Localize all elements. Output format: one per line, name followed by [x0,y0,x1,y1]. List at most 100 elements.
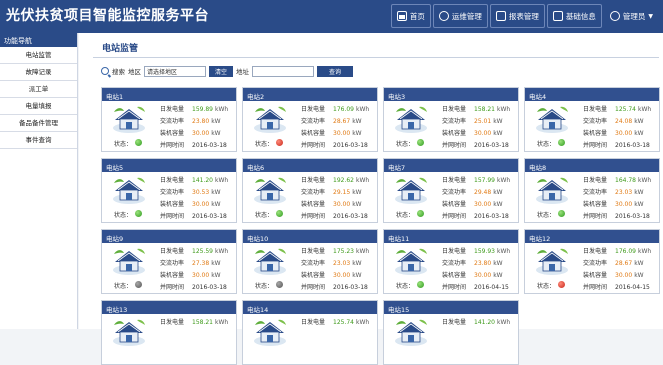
query-button[interactable]: 查询 [317,65,354,77]
solar-house-icon [254,319,286,346]
capacity-label: 装机容量 [583,130,608,137]
capacity-unit: kW [352,130,362,137]
capacity-value: 30.00 [333,201,351,208]
station-card[interactable]: 电站3 日发电量 158.21 kWh 交流功率 25.01 kW 装机容量 30.00 kW 并网… [383,87,519,152]
gear-icon [438,11,449,21]
capacity-row: 装机容量 30.00 kW [301,128,362,137]
sidebar-item-energy-reporting[interactable]: 电量填报 [0,98,77,115]
grid-time-row: 并网时间 2016-03-18 [160,211,227,220]
search-icon [101,67,109,75]
daily-energy-label: 日发电量 [301,177,326,184]
ac-power-unit: kW [211,260,221,267]
daily-energy-value: 158.21 [192,319,213,326]
daily-energy-label: 日发电量 [583,177,608,184]
daily-energy-unit: kWh [497,248,511,255]
daily-energy-row: 日发电量 141.20 kWh [160,175,228,184]
status-indicator-icon [276,139,283,146]
clear-button[interactable]: 清空 [209,65,234,77]
ac-power-row: 交流功率 23.80 kW [442,258,503,267]
ac-power-unit: kW [211,189,221,196]
ac-power-value: 23.80 [474,260,492,267]
user-menu-button[interactable]: 管理员 ▼ [603,4,659,28]
station-card[interactable]: 电站8 日发电量 164.78 kWh 交流功率 23.03 kW 装机容量 30.00 kW 并网… [524,158,660,223]
user-menu-label: 管理员 [622,11,646,21]
ac-power-unit: kW [211,118,221,125]
status-indicator-icon [558,210,565,217]
station-card[interactable]: 电站10 日发电量 175.23 kWh 交流功率 23.03 kW 装机容量 30.00 kW 并… [242,229,378,294]
region-select[interactable]: 请选择地区 [144,65,206,77]
grid-time-label: 并网时间 [301,213,326,220]
station-card[interactable]: 电站9 日发电量 125.59 kWh 交流功率 27.38 kW 装机容量 30.00 kW 并网… [101,229,237,294]
capacity-unit: kW [211,272,221,279]
nav-reports-button[interactable]: 报表管理 [489,4,545,28]
ac-power-label: 交流功率 [583,118,608,125]
station-card[interactable]: 电站7 日发电量 157.99 kWh 交流功率 29.48 kW 装机容量 30.00 kW 并网… [383,158,519,223]
station-card[interactable]: 电站5 日发电量 141.20 kWh 交流功率 30.53 kW 装机容量 30.00 kW 并网… [101,158,237,223]
station-name: 电站12 [525,230,659,243]
station-card[interactable]: 电站4 日发电量 125.74 kWh 交流功率 24.08 kW 装机容量 30.00 kW 并网… [524,87,660,152]
page-title: 电站监管 [102,44,139,54]
daily-energy-row: 日发电量 141.20 kWh [442,317,510,326]
station-card[interactable]: 电站15 日发电量 141.20 kWh [383,300,519,365]
capacity-label: 装机容量 [301,272,326,279]
nav-basic-info-button[interactable]: 基础信息 [546,4,602,28]
main-content: 电站监管 搜索 地区 请选择地区 清空 地址 查询 电站1 日发电量 159.89 k… [79,33,663,365]
daily-energy-value: 125.59 [192,248,213,255]
daily-energy-value: 159.89 [192,106,213,113]
station-card[interactable]: 电站11 日发电量 159.93 kWh 交流功率 23.80 kW 装机容量 30.00 kW 并… [383,229,519,294]
address-input[interactable] [252,65,315,77]
ac-power-row: 交流功率 23.80 kW [160,116,221,125]
station-card[interactable]: 电站14 日发电量 125.74 kWh [242,300,378,365]
grid-time-value: 2016-03-18 [192,142,227,149]
grid-time-label: 并网时间 [160,284,185,291]
ac-power-unit: kW [634,118,644,125]
nav-basic-info-label: 基础信息 [565,11,596,21]
sidebar-item-fault-records[interactable]: 故障记录 [0,64,77,81]
ac-power-unit: kW [634,189,644,196]
capacity-unit: kW [211,130,221,137]
ac-power-label: 交流功率 [160,118,185,125]
capacity-row: 装机容量 30.00 kW [160,199,221,208]
status-label: 状态： [396,141,415,148]
daily-energy-unit: kWh [497,319,511,326]
station-card[interactable]: 电站6 日发电量 192.62 kWh 交流功率 29.15 kW 装机容量 30.00 kW 并网… [242,158,378,223]
sidebar-item-station-monitoring[interactable]: 电站监管 [0,47,77,64]
status-indicator-icon [417,281,424,288]
sidebar-item-spare-parts[interactable]: 备品备件管理 [0,115,77,132]
station-card[interactable]: 电站2 日发电量 176.09 kWh 交流功率 28.67 kW 装机容量 30.00 kW 并网… [242,87,378,152]
station-name: 电站6 [243,159,377,172]
station-card[interactable]: 电站13 日发电量 158.21 kWh [101,300,237,365]
status-label: 状态： [255,141,274,148]
daily-energy-value: 125.74 [615,106,636,113]
ac-power-value: 27.38 [192,260,210,267]
daily-energy-row: 日发电量 176.09 kWh [301,104,369,113]
station-card[interactable]: 电站12 日发电量 176.09 kWh 交流功率 28.67 kW 装机容量 30.00 kW 并… [524,229,660,294]
ac-power-row: 交流功率 23.03 kW [301,258,362,267]
daily-energy-row: 日发电量 164.78 kWh [583,175,651,184]
ac-power-value: 23.03 [333,260,351,267]
grid-time-label: 并网时间 [160,213,185,220]
daily-energy-row: 日发电量 159.89 kWh [160,104,228,113]
nav-home-button[interactable]: 首页 [390,4,431,28]
daily-energy-row: 日发电量 125.74 kWh [301,317,369,326]
station-card[interactable]: 电站1 日发电量 159.89 kWh 交流功率 23.80 kW 装机容量 30.00 kW 并网… [101,87,237,152]
solar-house-icon [113,106,145,133]
sidebar-item-event-query[interactable]: 事件查询 [0,132,77,149]
capacity-row: 装机容量 30.00 kW [583,270,644,279]
status-label: 状态： [255,212,274,219]
daily-energy-unit: kWh [356,177,370,184]
grid-time-value: 2016-04-15 [615,284,650,291]
grid-time-value: 2016-03-18 [474,142,509,149]
grid-time-value: 2016-03-18 [474,213,509,220]
ac-power-unit: kW [493,118,503,125]
grid-time-row: 并网时间 2016-03-18 [301,211,368,220]
status-indicator-icon [417,139,424,146]
daily-energy-unit: kWh [356,106,370,113]
ac-power-row: 交流功率 28.67 kW [301,116,362,125]
daily-energy-label: 日发电量 [301,248,326,255]
nav-operations-button[interactable]: 运维管理 [432,4,488,28]
daily-energy-row: 日发电量 125.74 kWh [583,104,651,113]
nav-reports-label: 报表管理 [508,11,539,21]
sidebar-item-work-orders[interactable]: 派工单 [0,81,77,98]
solar-house-icon [113,248,145,275]
